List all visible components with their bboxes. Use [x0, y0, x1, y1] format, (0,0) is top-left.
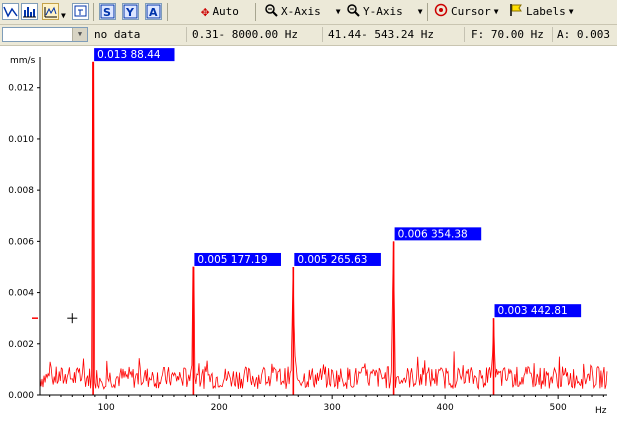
- x-tick-label: 100: [98, 403, 115, 413]
- x-axis-label: X-Axis: [281, 5, 321, 18]
- chevron-down-icon: ▼: [417, 7, 423, 16]
- separator: [93, 3, 94, 21]
- separator: [167, 3, 168, 21]
- flag-icon: [509, 3, 523, 20]
- move-arrows-icon: ✥: [201, 3, 210, 20]
- y-axis-label: Y-Axis: [363, 5, 403, 18]
- signal-trace: [39, 61, 608, 395]
- peak-label: 0.005 177.19: [197, 254, 267, 266]
- y-axis-unit: mm/s: [10, 56, 36, 66]
- spectrum-view-icon[interactable]: [42, 3, 59, 20]
- peak-label: 0.003 442.81: [498, 305, 568, 317]
- labels-button[interactable]: Labels ▼: [509, 2, 574, 21]
- cursor-amplitude: A: 0.003 m: [552, 27, 617, 42]
- frequency-range: 0.31- 8000.00 Hz: [186, 27, 326, 42]
- labels-label: Labels: [526, 5, 566, 18]
- svg-text:S: S: [103, 6, 111, 19]
- x-tick-label: 500: [550, 403, 567, 413]
- spectrum-chart[interactable]: mm/s Hz 0.013 88.44 0.005 177.19 0.005 265…: [0, 47, 617, 429]
- auto-button[interactable]: ✥ Auto: [201, 2, 239, 21]
- y-tick-label: 0.002: [8, 340, 34, 350]
- chevron-down-icon: ▼: [568, 7, 574, 16]
- y-tick-label: 0.012: [8, 84, 34, 94]
- view-range: 41.44- 543.24 Hz: [322, 27, 468, 42]
- view-dropdown-icon[interactable]: ▼: [61, 6, 66, 25]
- y-tick-label: 0.006: [8, 237, 34, 247]
- cursor-marker[interactable]: [32, 313, 78, 324]
- svg-text:Y: Y: [125, 6, 135, 19]
- peak-labels: 0.013 88.44 0.005 177.19 0.005 265.63 0.006…: [94, 48, 582, 318]
- x-tick-label: 200: [211, 403, 228, 413]
- autoscale-icon[interactable]: A: [145, 3, 162, 20]
- auto-label: Auto: [212, 5, 239, 18]
- x-axis-unit: Hz: [595, 406, 607, 416]
- separator: [255, 3, 256, 21]
- zoom-icon: [264, 3, 278, 20]
- channel-select[interactable]: ▼: [2, 27, 88, 42]
- cursor-button[interactable]: Cursor ▼: [434, 2, 499, 21]
- chevron-down-icon: ▼: [335, 7, 341, 16]
- peak-label: 0.013 88.44: [97, 49, 161, 61]
- zoom-icon: [346, 3, 360, 20]
- chevron-down-icon[interactable]: ▼: [72, 28, 87, 41]
- bar-chart-icon[interactable]: [21, 3, 38, 20]
- separator: [427, 3, 428, 21]
- cursor-label: Cursor: [451, 5, 491, 18]
- y-tick-label: 0.000: [8, 391, 34, 401]
- chart-axes: 0.000 0.002 0.004 0.006 0.008 0.010 0.012 100 20…: [8, 57, 607, 413]
- svg-text:A: A: [149, 6, 158, 19]
- signal-line: [39, 61, 608, 390]
- chevron-down-icon: ▼: [493, 7, 499, 16]
- toolbar: ▼ S Y A ✥ Auto X-Axis ▼ Y-Axis ▼ Cursor …: [0, 0, 617, 25]
- y-scale-icon[interactable]: Y: [122, 3, 139, 20]
- y-axis-button[interactable]: Y-Axis ▼: [346, 2, 423, 21]
- status-bar: ▼ no data 0.31- 8000.00 Hz 41.44- 543.24…: [0, 25, 617, 46]
- x-tick-label: 400: [437, 403, 454, 413]
- scale-icon[interactable]: S: [99, 3, 116, 20]
- data-status: no data: [94, 28, 141, 41]
- x-axis-button[interactable]: X-Axis ▼: [264, 2, 341, 21]
- y-tick-label: 0.004: [8, 289, 34, 299]
- peak-label: 0.006 354.38: [398, 228, 468, 240]
- peak-label: 0.005 265.63: [297, 254, 367, 266]
- line-chart-icon[interactable]: [2, 3, 19, 20]
- export-icon[interactable]: [72, 3, 89, 20]
- y-tick-label: 0.010: [8, 135, 34, 145]
- target-icon: [434, 3, 448, 20]
- y-tick-label: 0.008: [8, 186, 34, 196]
- cursor-frequency: F: 70.00 Hz: [464, 27, 557, 42]
- x-tick-label: 300: [324, 403, 341, 413]
